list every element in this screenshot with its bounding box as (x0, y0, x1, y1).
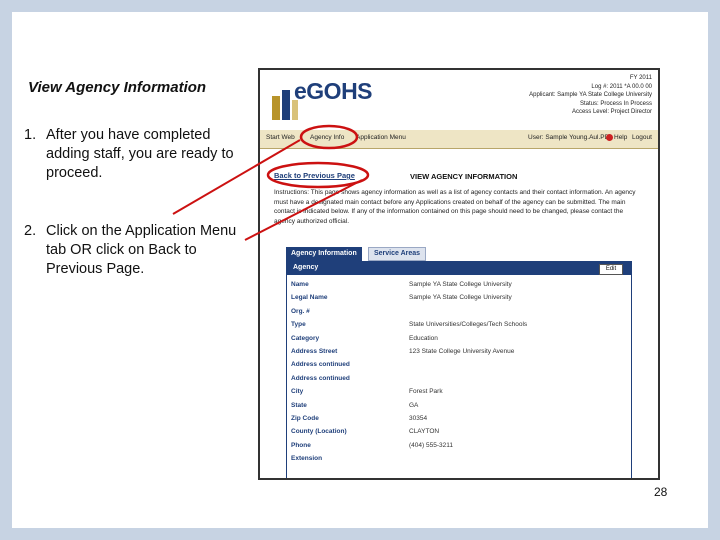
field-label: Address continued (291, 361, 350, 369)
page-number: 28 (654, 485, 668, 499)
field-value: Forest Park (409, 388, 443, 396)
step-number: 1. (24, 127, 37, 143)
field-label: County (Location) (291, 428, 347, 436)
field-row: Phone (404) 555-3211 (287, 440, 631, 453)
panel-header: Agency Edit (287, 262, 631, 275)
app-logo-text: eGOHS (294, 78, 373, 104)
field-label: Zip Code (291, 415, 319, 422)
field-label: Address continued (291, 374, 350, 382)
logout-link[interactable]: Logout (632, 134, 652, 141)
field-value: CLAYTON (409, 428, 440, 436)
field-row: Org. # (287, 306, 631, 319)
help-icon (606, 134, 613, 141)
field-row: State GA (287, 400, 631, 413)
field-label: Category (291, 334, 320, 342)
header-fy: FY 2011 (629, 75, 652, 81)
step-number: 2. (24, 223, 37, 239)
header-log: Log #: 2011 *A 00.0 00 (591, 83, 652, 90)
field-row: Name Sample YA State College University (287, 279, 631, 292)
field-row: Address continued (287, 373, 631, 386)
edit-button[interactable]: Edit (599, 264, 623, 275)
step-text: Click on the Application Menu tab OR cli… (46, 223, 237, 277)
field-label: Phone (291, 441, 311, 449)
field-row: City Forest Park (287, 386, 631, 399)
header-applicant: Applicant: Sample YA State College Unive… (529, 92, 652, 98)
field-label: Org. # (291, 307, 310, 315)
tab-agency-information[interactable]: Agency Information (286, 247, 362, 261)
field-row: Address Street 123 State College Universi… (287, 346, 631, 359)
field-label: Extension (291, 455, 323, 463)
field-label: Legal Name (291, 294, 328, 302)
field-row: Category Education (287, 333, 631, 346)
user-label: User: Sample Young.Aul.PD (528, 134, 610, 141)
field-value: 123 State College University Avenue (409, 348, 515, 355)
field-value: (404) 555-3211 (409, 441, 453, 449)
view-title: VIEW AGENCY INFORMATION (410, 172, 518, 181)
field-value: Education (409, 334, 438, 342)
field-row: Zip Code 30354 (287, 413, 631, 426)
field-value: GA (409, 401, 419, 409)
field-row: Address continued (287, 359, 631, 372)
step-text: After you have completed adding staff, y… (46, 127, 234, 181)
tab-agency-info[interactable]: Agency Info (310, 134, 344, 141)
field-label: City (291, 388, 304, 396)
agency-panel: Agency Edit Name Sample YA State College … (286, 261, 632, 478)
help-link[interactable]: Help (606, 134, 627, 141)
embedded-screenshot: eGOHS FY 2011 Log #: 2011 *A 00.0 00 App… (258, 68, 660, 480)
tab-start-web[interactable]: Start Web (266, 134, 295, 141)
slide-heading: View Agency Information (28, 79, 207, 96)
field-row: Type State Universities/Colleges/Tech Sch… (287, 319, 631, 332)
help-label: Help (614, 134, 628, 142)
tab-application-menu[interactable]: Application Menu (356, 134, 406, 141)
field-row: Extension (287, 453, 631, 466)
field-row: Legal Name Sample YA State College Univer… (287, 292, 631, 305)
app-header: eGOHS FY 2011 Log #: 2011 *A 00.0 00 App… (260, 70, 658, 130)
back-to-previous-page-link[interactable]: Back to Previous Page (274, 171, 355, 180)
field-label: State (291, 401, 307, 409)
instructions-text: Instructions: This page shows agency inf… (274, 189, 636, 225)
header-access: Access Level: Project Director (571, 109, 652, 115)
panel-title: Agency (293, 264, 319, 271)
field-value: State Universities/Colleges/Tech Schools (409, 321, 528, 329)
header-status: Status: Process In Process (579, 100, 652, 107)
field-row: County (Location) CLAYTON (287, 426, 631, 439)
field-value: 30354 (409, 415, 428, 422)
nav-bar: Start Web Agency Info Application Menu U… (260, 130, 658, 149)
tab-service-areas[interactable]: Service Areas (368, 247, 427, 261)
field-label: Name (291, 281, 309, 288)
field-value: Sample YA State College University (409, 281, 512, 288)
field-label: Address Street (291, 348, 338, 355)
field-label: Type (291, 321, 306, 329)
header-info: FY 2011 Log #: 2011 *A 00.0 00 Applicant… (529, 74, 652, 117)
field-value: Sample YA State College University (409, 294, 512, 302)
